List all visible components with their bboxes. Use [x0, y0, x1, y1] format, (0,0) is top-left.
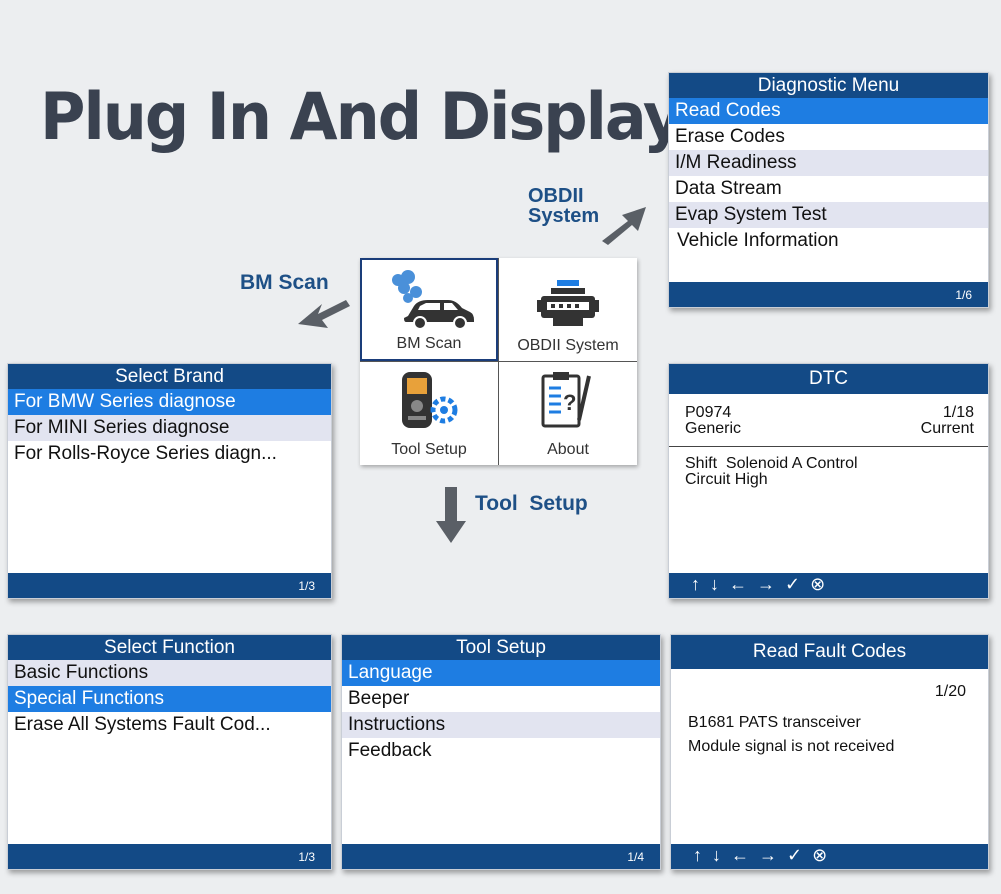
- diagnostic-menu-screen: Diagnostic Menu Read Codes Erase Codes I…: [668, 72, 989, 308]
- function-item-erase-all[interactable]: Erase All Systems Fault Cod...: [8, 712, 331, 738]
- menu-tile-obdii-system[interactable]: OBDII System: [499, 258, 637, 361]
- scanner-gear-icon: [402, 372, 458, 428]
- dtc-code: P0974: [685, 404, 732, 421]
- bm-scan-label: BM Scan: [240, 271, 329, 294]
- screen-title: Tool Setup: [342, 635, 660, 660]
- brand-item-bmw[interactable]: For BMW Series diagnose: [8, 389, 331, 415]
- page-indicator: 1/6: [955, 288, 972, 302]
- menu-item-read-codes[interactable]: Read Codes: [669, 98, 988, 124]
- dtc-screen: DTC P0974 Generic 1/18 Current Shift Sol…: [668, 363, 989, 599]
- tool-setup-label: Tool Setup: [475, 492, 588, 515]
- dtc-status: Current: [920, 420, 974, 437]
- screen-title: Select Function: [8, 635, 331, 660]
- fault-line1: B1681 PATS transceiver: [688, 714, 861, 731]
- read-fault-codes-screen: Read Fault Codes 1/20 B1681 PATS transce…: [670, 634, 989, 870]
- headline: Plug In And Display:: [40, 78, 706, 155]
- fault-line2: Module signal is not received: [688, 738, 895, 755]
- page-indicator: 1/3: [298, 579, 315, 593]
- setup-item-beeper[interactable]: Beeper: [342, 686, 660, 712]
- obdii-label-line2: System: [528, 205, 600, 227]
- screen-title: Diagnostic Menu: [669, 73, 988, 98]
- svg-text:?: ?: [563, 390, 576, 415]
- dtc-description-line2: Circuit High: [685, 471, 768, 488]
- arrow-up-right-icon: [602, 207, 646, 245]
- engine-icon: [537, 280, 599, 326]
- menu-item-erase-codes[interactable]: Erase Codes: [669, 124, 988, 150]
- clipboard-question-icon: ?: [541, 372, 591, 428]
- menu-item-im-readiness[interactable]: I/M Readiness: [669, 150, 988, 176]
- menu-item-data-stream[interactable]: Data Stream: [669, 176, 988, 202]
- dtc-type: Generic: [685, 420, 742, 437]
- car-engine-smoke-icon: [392, 270, 474, 330]
- menu-item-vehicle-information[interactable]: Vehicle Information: [669, 228, 988, 254]
- dtc-description-line1: Shift Solenoid A Control: [685, 455, 858, 472]
- screen-title: Read Fault Codes: [671, 635, 988, 669]
- main-menu: BM Scan OBDII System Tool Setup ? About: [360, 258, 637, 465]
- obdii-label-line1: OBDII: [528, 185, 584, 207]
- screen-footer: ↑↓←→✓⊗: [669, 573, 988, 598]
- setup-item-instructions[interactable]: Instructions: [342, 712, 660, 738]
- select-brand-screen: Select Brand For BMW Series diagnose For…: [7, 363, 332, 599]
- arrow-down-icon: [436, 487, 466, 543]
- nav-arrows-icon: ↑↓←→✓⊗: [693, 845, 838, 865]
- arrow-down-left-icon: [298, 300, 350, 328]
- fault-index: 1/20: [934, 683, 966, 700]
- page-indicator: 1/3: [298, 850, 315, 864]
- setup-item-language[interactable]: Language: [342, 660, 660, 686]
- menu-tile-bm-scan[interactable]: BM Scan: [360, 258, 498, 361]
- obdii-system-label: OBDII System: [528, 186, 599, 226]
- screen-footer: 1/3: [8, 844, 331, 869]
- tile-label: OBDII System: [517, 337, 619, 354]
- menu-tile-tool-setup[interactable]: Tool Setup: [360, 362, 498, 465]
- brand-item-rolls-royce[interactable]: For Rolls-Royce Series diagn...: [8, 441, 331, 467]
- menu-item-evap-system-test[interactable]: Evap System Test: [669, 202, 988, 228]
- brand-item-mini[interactable]: For MINI Series diagnose: [8, 415, 331, 441]
- function-item-special[interactable]: Special Functions: [8, 686, 331, 712]
- tool-setup-screen: Tool Setup Language Beeper Instructions …: [341, 634, 661, 870]
- tile-label: BM Scan: [396, 335, 462, 352]
- setup-item-feedback[interactable]: Feedback: [342, 738, 660, 764]
- divider: [669, 446, 988, 447]
- screen-footer: 1/6: [669, 282, 988, 307]
- screen-footer: 1/4: [342, 844, 660, 869]
- screen-footer: 1/3: [8, 573, 331, 598]
- page-indicator: 1/4: [627, 850, 644, 864]
- screen-title: Select Brand: [8, 364, 331, 389]
- screen-footer: ↑↓←→✓⊗: [671, 844, 988, 869]
- nav-arrows-icon: ↑↓←→✓⊗: [691, 574, 836, 594]
- tile-label: About: [547, 441, 589, 458]
- function-item-basic[interactable]: Basic Functions: [8, 660, 331, 686]
- tile-label: Tool Setup: [391, 441, 467, 458]
- dtc-index: 1/18: [942, 404, 974, 421]
- menu-tile-about[interactable]: ? About: [499, 362, 637, 465]
- select-function-screen: Select Function Basic Functions Special …: [7, 634, 332, 870]
- screen-title: DTC: [669, 364, 988, 394]
